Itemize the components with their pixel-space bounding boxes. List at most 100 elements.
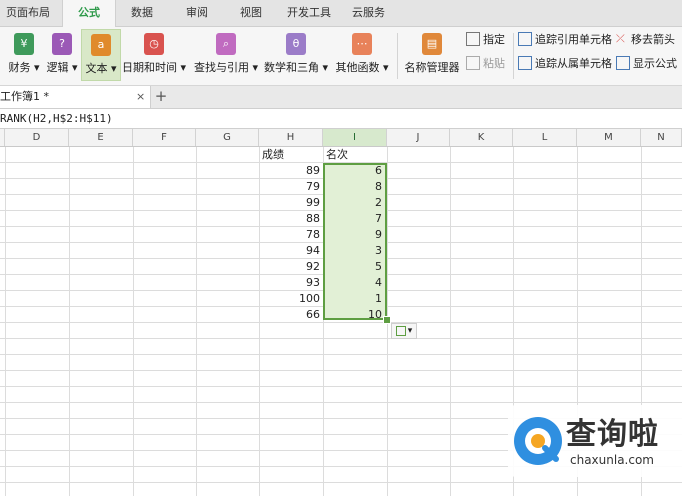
paste-button[interactable]: 粘贴 xyxy=(466,55,505,73)
ribbon-separator xyxy=(513,33,514,79)
specify-button[interactable]: 指定 xyxy=(466,31,505,49)
cell-h9[interactable]: 93 xyxy=(259,275,323,291)
trace-dependents-button[interactable]: 追踪从属单元格 xyxy=(518,55,612,73)
column-header-j[interactable]: J xyxy=(387,129,450,146)
trace-precedents-button[interactable]: 追踪引用单元格 xyxy=(518,31,612,49)
gridline xyxy=(69,147,70,496)
column-header-e[interactable]: E xyxy=(69,129,133,146)
tab-cloud-service[interactable]: 云服务 xyxy=(352,0,385,26)
finance-icon: ¥ xyxy=(14,33,34,55)
cell-i7[interactable]: 3 xyxy=(323,243,385,259)
trace-precedents-label: 追踪引用单元格 xyxy=(535,33,612,46)
column-header-h[interactable]: H xyxy=(259,129,323,146)
cell-i3[interactable]: 8 xyxy=(323,179,385,195)
other-functions-label: 其他函数 ▾ xyxy=(335,61,389,74)
cell-h3[interactable]: 79 xyxy=(259,179,323,195)
tab-view[interactable]: 视图 xyxy=(240,0,262,26)
menu-tab-bar: 页面布局 公式 数据 审阅 视图 开发工具 云服务 xyxy=(0,0,682,27)
document-tab[interactable]: 工作簿1 * × xyxy=(0,86,151,108)
cell-h7[interactable]: 94 xyxy=(259,243,323,259)
tab-review[interactable]: 审阅 xyxy=(186,0,208,26)
tab-developer-tools[interactable]: 开发工具 xyxy=(287,0,331,26)
trace-dependents-icon xyxy=(518,56,532,70)
text-label: 文本 ▾ xyxy=(85,62,117,75)
tab-data[interactable]: 数据 xyxy=(131,0,153,26)
gridline xyxy=(133,147,134,496)
dropdown-arrow-icon: ▾ xyxy=(407,326,413,336)
close-icon[interactable]: × xyxy=(136,87,145,107)
column-header-m[interactable]: M xyxy=(577,129,641,146)
logic-label: 逻辑 ▾ xyxy=(46,61,78,74)
cell-h5[interactable]: 88 xyxy=(259,211,323,227)
gridline xyxy=(5,147,6,496)
lookup-reference-button[interactable]: ⌕ 查找与引用 ▾ xyxy=(193,29,259,79)
formula-text[interactable]: RANK(H2,H$2:H$11) xyxy=(0,109,113,128)
cell-i2[interactable]: 6 xyxy=(323,163,385,179)
cell-h10[interactable]: 100 xyxy=(259,291,323,307)
tab-page-layout[interactable]: 页面布局 xyxy=(6,0,50,26)
cell-h4[interactable]: 99 xyxy=(259,195,323,211)
text-functions-button[interactable]: a 文本 ▾ xyxy=(81,29,121,81)
cell-h8[interactable]: 92 xyxy=(259,259,323,275)
name-manager-icon: ▤ xyxy=(422,33,442,55)
paste-icon xyxy=(466,56,480,70)
column-header-f[interactable]: F xyxy=(133,129,196,146)
cell-i10[interactable]: 1 xyxy=(323,291,385,307)
cell-i4[interactable]: 2 xyxy=(323,195,385,211)
logic-button[interactable]: ? 逻辑 ▾ xyxy=(44,29,80,79)
column-header-l[interactable]: L xyxy=(513,129,577,146)
trace-precedents-icon xyxy=(518,32,532,46)
specify-label: 指定 xyxy=(483,33,505,46)
search-icon: ⌕ xyxy=(216,33,236,55)
cell-h1[interactable]: 成绩 xyxy=(262,147,322,163)
other-functions-button[interactable]: ⋯ 其他函数 ▾ xyxy=(333,29,391,79)
date-time-button[interactable]: ◷ 日期和时间 ▾ xyxy=(121,29,187,79)
cell-i9[interactable]: 4 xyxy=(323,275,385,291)
show-formulas-icon xyxy=(616,56,630,70)
watermark-domain: chaxunla.com xyxy=(570,453,654,467)
math-icon: θ xyxy=(286,33,306,55)
show-formulas-label: 显示公式 xyxy=(633,57,677,70)
finance-button[interactable]: ¥ 财务 ▾ xyxy=(4,29,44,79)
paste-options-button[interactable]: ▾ xyxy=(391,323,417,339)
math-trig-label: 数学和三角 ▾ xyxy=(263,61,329,74)
cell-h11[interactable]: 66 xyxy=(259,307,323,323)
formula-bar[interactable]: RANK(H2,H$2:H$11) xyxy=(0,109,682,129)
document-tab-label: 工作簿1 * xyxy=(0,90,49,103)
column-header-k[interactable]: K xyxy=(450,129,513,146)
add-tab-button[interactable]: + xyxy=(154,86,168,108)
remove-arrows-icon: ⤫ xyxy=(616,32,625,45)
column-header-d[interactable]: D xyxy=(5,129,69,146)
more-functions-icon: ⋯ xyxy=(352,33,372,55)
cell-i6[interactable]: 9 xyxy=(323,227,385,243)
trace-dependents-label: 追踪从属单元格 xyxy=(535,57,612,70)
remove-arrows-button[interactable]: ⤫ 移去箭头 xyxy=(616,31,675,49)
finance-label: 财务 ▾ xyxy=(8,61,40,74)
paste-label: 粘贴 xyxy=(483,57,505,70)
column-header-n[interactable]: N xyxy=(641,129,682,146)
column-header-i[interactable]: I xyxy=(323,129,387,146)
ribbon-toolbar: ¥ 财务 ▾ ? 逻辑 ▾ a 文本 ▾ ◷ 日期和时间 ▾ ⌕ 查找与引用 ▾… xyxy=(0,27,682,86)
ribbon-separator xyxy=(397,33,398,79)
math-trig-button[interactable]: θ 数学和三角 ▾ xyxy=(263,29,329,79)
column-header-g[interactable]: G xyxy=(196,129,259,146)
name-manager-label: 名称管理器 xyxy=(404,61,460,74)
cell-i11[interactable]: 10 xyxy=(323,307,385,323)
cell-h6[interactable]: 78 xyxy=(259,227,323,243)
paste-options-icon xyxy=(395,325,406,336)
cell-i5[interactable]: 7 xyxy=(323,211,385,227)
lookup-reference-label: 查找与引用 ▾ xyxy=(193,61,259,74)
cell-i1[interactable]: 名次 xyxy=(326,147,386,163)
tab-formulas[interactable]: 公式 xyxy=(62,0,116,27)
cell-i8[interactable]: 5 xyxy=(323,259,385,275)
text-icon: a xyxy=(91,34,111,56)
show-formulas-button[interactable]: 显示公式 xyxy=(616,55,677,73)
logic-icon: ? xyxy=(52,33,72,55)
watermark-logo: 查询啦 chaxunla.com xyxy=(508,405,682,477)
watermark-brand: 查询啦 xyxy=(566,417,659,452)
date-time-label: 日期和时间 ▾ xyxy=(121,61,187,74)
cell-h2[interactable]: 89 xyxy=(259,163,323,179)
name-manager-button[interactable]: ▤ 名称管理器 xyxy=(402,29,462,79)
gridline xyxy=(196,147,197,496)
gridline xyxy=(450,147,451,496)
